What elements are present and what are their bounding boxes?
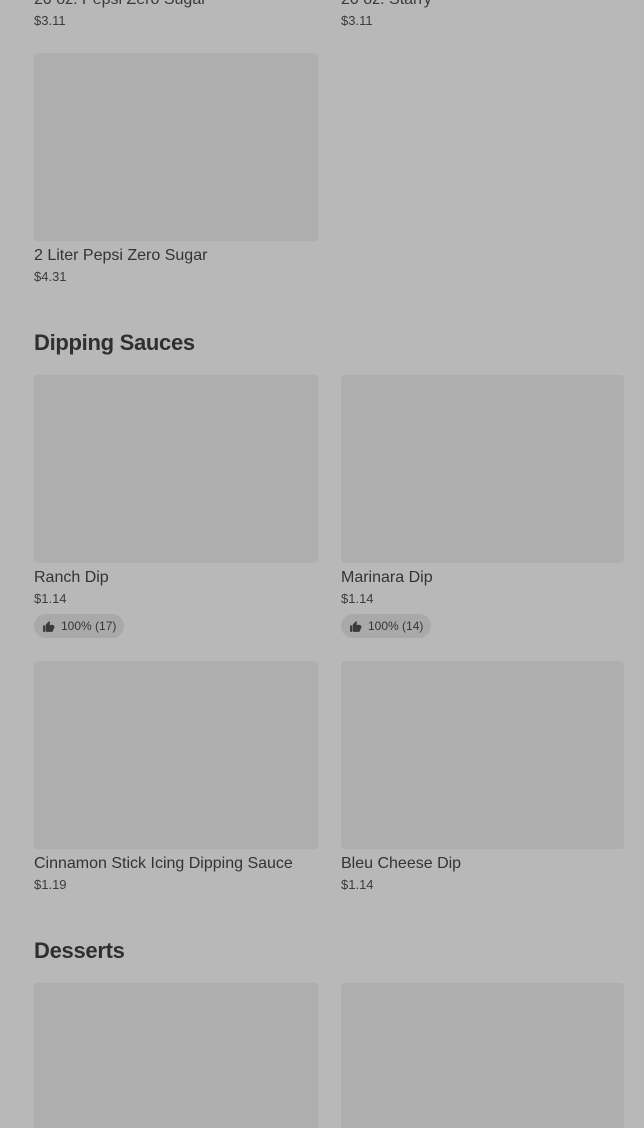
section-title-desserts: Desserts <box>34 938 125 963</box>
item-name: Bleu Cheese Dip <box>341 855 462 872</box>
item-image[interactable] <box>34 53 318 241</box>
menu-item-ranch-dip[interactable]: Ranch Dip $1.14 100% (17) <box>34 375 318 638</box>
menu-item-dessert-2[interactable] <box>341 983 624 1128</box>
item-name: Ranch Dip <box>34 569 109 586</box>
menu-item-dessert-1[interactable] <box>34 983 318 1128</box>
item-image[interactable] <box>34 375 318 563</box>
item-price: $3.11 <box>34 13 66 28</box>
item-image[interactable] <box>34 661 318 849</box>
rating-badge: 100% (14) <box>341 614 432 638</box>
thumbs-up-icon <box>42 620 55 633</box>
menu-item-pepsi-zero-20oz[interactable]: 20 oz. Pepsi Zero Sugar $3.11 <box>34 0 318 30</box>
item-name: Marinara Dip <box>341 569 433 586</box>
menu-item-marinara-dip[interactable]: Marinara Dip $1.14 100% (14) <box>341 375 624 638</box>
item-price: $3.11 <box>341 13 373 28</box>
item-price: $1.14 <box>341 877 374 892</box>
section-title-dipping-sauces: Dipping Sauces <box>34 330 195 355</box>
item-price: $4.31 <box>34 269 67 284</box>
item-image[interactable] <box>341 661 624 849</box>
item-image[interactable] <box>341 983 624 1128</box>
rating-text: 100% (17) <box>61 619 117 633</box>
item-image[interactable] <box>341 375 624 563</box>
item-image[interactable] <box>34 983 318 1128</box>
rating-badge: 100% (17) <box>34 614 125 638</box>
menu-page: 20 oz. Pepsi Zero Sugar $3.11 20 oz. Sta… <box>0 0 644 1128</box>
menu-item-bleu-cheese-dip[interactable]: Bleu Cheese Dip $1.14 <box>341 661 624 894</box>
menu-item-starry-20oz[interactable]: 20 oz. Starry $3.11 <box>341 0 624 30</box>
menu-item-cinnamon-icing-dip[interactable]: Cinnamon Stick Icing Dipping Sauce $1.19 <box>34 661 318 894</box>
item-price: $1.14 <box>341 591 374 606</box>
item-price: $1.14 <box>34 591 67 606</box>
item-name: 20 oz. Pepsi Zero Sugar <box>34 0 318 10</box>
item-name: 2 Liter Pepsi Zero Sugar <box>34 247 208 264</box>
item-price: $1.19 <box>34 877 67 892</box>
menu-item-pepsi-zero-2l[interactable]: 2 Liter Pepsi Zero Sugar $4.31 <box>34 53 318 286</box>
item-name: 20 oz. Starry <box>341 0 624 10</box>
thumbs-up-icon <box>349 620 362 633</box>
item-name: Cinnamon Stick Icing Dipping Sauce <box>34 855 293 872</box>
rating-text: 100% (14) <box>368 619 424 633</box>
